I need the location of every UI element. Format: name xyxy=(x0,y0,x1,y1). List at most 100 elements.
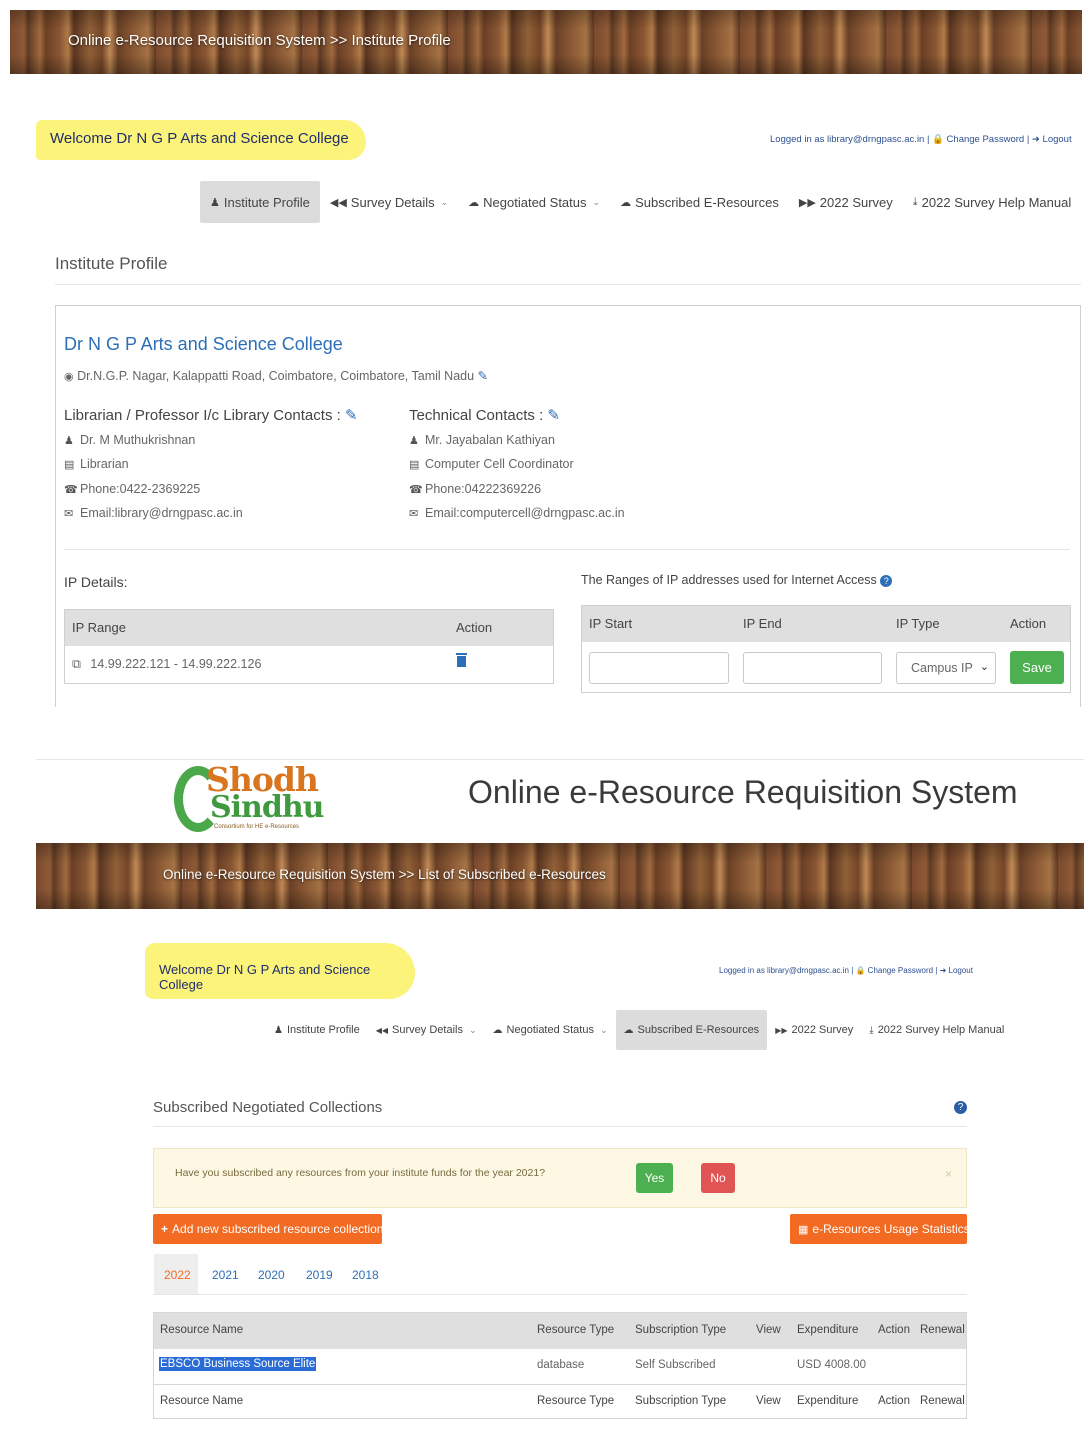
ip-type-select[interactable]: Campus IP ⌄ xyxy=(896,652,996,684)
librarian-email: ✉ Email:library@drngpasc.ac.in xyxy=(64,506,243,520)
col-ip-range: IP Range xyxy=(72,620,126,635)
ip-ranges-label-text: The Ranges of IP addresses used for Inte… xyxy=(581,573,877,587)
globe-icon: ◉ xyxy=(64,371,74,383)
nav-institute-profile[interactable]: ♟ Institute Profile xyxy=(266,1010,368,1050)
technical-name: ♟ Mr. Jayabalan Kathiyan xyxy=(409,433,555,447)
cloud-icon: ☁ xyxy=(468,196,480,209)
page-title: Subscribed Negotiated Collections xyxy=(153,1099,383,1116)
nav-help-manual[interactable]: ⤓ 2022 Survey Help Manual xyxy=(861,1010,1012,1050)
nav-label: 2022 Survey xyxy=(791,1024,854,1036)
nav-survey-details[interactable]: ◀◀ Survey Details ⌄ xyxy=(320,181,458,223)
logged-in-bar[interactable]: Logged in as library@drngpasc.ac.in | 🔒 … xyxy=(770,134,1072,145)
librarian-name: ♟ Dr. M Muthukrishnan xyxy=(64,433,195,447)
divider xyxy=(55,284,1081,285)
nav-subscribed-eresources[interactable]: ☁ Subscribed E-Resources xyxy=(615,1010,768,1050)
ip-end-input[interactable] xyxy=(743,652,882,684)
add-collection-label: Add new subscribed resource collection xyxy=(172,1222,384,1236)
plus-icon: + xyxy=(161,1222,169,1236)
nav-label: Institute Profile xyxy=(286,1024,360,1036)
download-icon: ⤓ xyxy=(869,1024,874,1036)
usage-statistics-button[interactable]: ▦ e-Resources Usage Statistics xyxy=(790,1214,970,1244)
logo-tagline: Consortium for HE e-Resources xyxy=(214,824,300,830)
user-icon: ♟ xyxy=(409,435,419,447)
help-icon[interactable]: ? xyxy=(880,575,893,587)
nav-survey-details[interactable]: ◀◀ Survey Details ⌄ xyxy=(368,1010,485,1050)
ip-start-input[interactable] xyxy=(589,652,729,684)
edit-icon[interactable]: ✎ xyxy=(547,407,560,424)
nav-label: Survey Details xyxy=(350,194,435,210)
nav-label: Subscribed E-Resources xyxy=(637,1024,760,1036)
address-line: ◉ Dr.N.G.P. Nagar, Kalappatti Road, Coim… xyxy=(64,368,488,383)
footer-action: Action xyxy=(878,1395,910,1407)
nav-2022-survey[interactable]: ▶▶ 2022 Survey xyxy=(789,181,903,223)
close-icon[interactable]: × xyxy=(945,1167,952,1181)
yes-button[interactable]: Yes xyxy=(636,1163,673,1193)
nav-2022-survey[interactable]: ▶▶ 2022 Survey xyxy=(767,1010,861,1050)
cloud-icon: ☁ xyxy=(620,196,632,209)
edit-icon[interactable]: ✎ xyxy=(478,369,488,383)
chevron-down-icon: ⌄ xyxy=(599,1024,608,1035)
edit-icon[interactable]: ✎ xyxy=(345,407,358,424)
librarian-email-text: Email:library@drngpasc.ac.in xyxy=(80,506,243,520)
year-tab-2019[interactable]: 2019 xyxy=(306,1268,333,1282)
col-ip-type: IP Type xyxy=(896,616,940,631)
col-action: Action xyxy=(456,620,493,635)
external-link-icon[interactable]: ⧉ xyxy=(72,657,81,671)
librarian-phone: ☎ Phone:0422-2369225 xyxy=(64,482,200,496)
nav-subscribed-eresources[interactable]: ☁ Subscribed E-Resources xyxy=(610,181,789,223)
year-tab-2020[interactable]: 2020 xyxy=(258,1268,285,1282)
librarian-name-text: Dr. M Muthukrishnan xyxy=(80,433,196,447)
nav-negotiated-status[interactable]: ☁ Negotiated Status ⌄ xyxy=(458,181,610,223)
resource-type-cell: database xyxy=(537,1359,585,1371)
user-icon: ♟ xyxy=(210,196,220,209)
year-tab-2021[interactable]: 2021 xyxy=(212,1268,239,1282)
librarian-heading: Librarian / Professor I/c Library Contac… xyxy=(64,406,358,424)
page-separator xyxy=(36,759,1084,760)
save-button[interactable]: Save xyxy=(1010,651,1064,684)
nav-label: Negotiated Status xyxy=(483,194,587,210)
year-tab-2022[interactable]: 2022 xyxy=(154,1254,198,1294)
logged-in-bar[interactable]: Logged in as library@drngpasc.ac.in | 🔒 … xyxy=(719,966,973,975)
ip-range-value: 14.99.222.121 - 14.99.222.126 xyxy=(90,657,262,671)
technical-email: ✉ Email:computercell@drngpasc.ac.in xyxy=(409,506,625,520)
no-button[interactable]: No xyxy=(701,1163,735,1193)
technical-phone: ☎ Phone:04222369226 xyxy=(409,482,541,496)
col-resource-type: Resource Type xyxy=(537,1324,615,1336)
phone-icon: ☎ xyxy=(64,484,78,496)
divider xyxy=(64,549,1070,550)
nav-help-manual[interactable]: ⤓ 2022 Survey Help Manual xyxy=(903,181,1081,223)
add-collection-button[interactable]: + Add new subscribed resource collection xyxy=(153,1214,384,1244)
nav-institute-profile[interactable]: ♟ Institute Profile xyxy=(200,181,320,223)
technical-email-text: Email:computercell@drngpasc.ac.in xyxy=(425,506,625,520)
col-ip-start: IP Start xyxy=(589,616,633,631)
institution-icon: ▤ xyxy=(64,459,75,471)
main-nav: ♟ Institute Profile ◀◀ Survey Details ⌄ … xyxy=(266,1010,1012,1050)
welcome-text: Welcome Dr N G P Arts and Science Colleg… xyxy=(36,120,366,160)
nav-label: Institute Profile xyxy=(223,194,310,210)
ip-ranges-label: The Ranges of IP addresses used for Inte… xyxy=(581,573,893,587)
bar-chart-icon: ▦ xyxy=(798,1223,809,1236)
resource-name-cell[interactable]: EBSCO Business Source Elite xyxy=(159,1357,317,1371)
bottom-banner: Online e-Resource Requisition System >> … xyxy=(36,843,1084,909)
year-tab-2018[interactable]: 2018 xyxy=(352,1268,379,1282)
nav-label: 2022 Survey Help Manual xyxy=(921,194,1072,210)
alert-text: Have you subscribed any resources from y… xyxy=(175,1167,546,1179)
nav-label: Survey Details xyxy=(392,1024,463,1036)
chevron-down-icon: ⌄ xyxy=(592,196,601,207)
download-icon: ⤓ xyxy=(912,195,918,208)
nav-negotiated-status[interactable]: ☁ Negotiated Status ⌄ xyxy=(485,1010,616,1050)
librarian-designation-text: Librarian xyxy=(80,457,129,471)
envelope-icon: ✉ xyxy=(64,508,74,520)
envelope-icon: ✉ xyxy=(409,508,419,520)
technical-designation: ▤ Computer Cell Coordinator xyxy=(409,457,574,471)
cloud-icon: ☁ xyxy=(623,1024,634,1036)
trash-icon[interactable] xyxy=(456,653,467,667)
nav-label: Negotiated Status xyxy=(506,1024,594,1036)
help-icon[interactable]: ? xyxy=(954,1101,967,1114)
breadcrumb: Online e-Resource Requisition System >> … xyxy=(163,867,606,882)
col-action: Action xyxy=(878,1324,910,1336)
page-title: Institute Profile xyxy=(55,254,168,273)
nav-label: 2022 Survey Help Manual xyxy=(877,1024,1005,1036)
footer-expenditure: Expenditure xyxy=(797,1395,859,1407)
user-icon: ♟ xyxy=(64,435,74,447)
